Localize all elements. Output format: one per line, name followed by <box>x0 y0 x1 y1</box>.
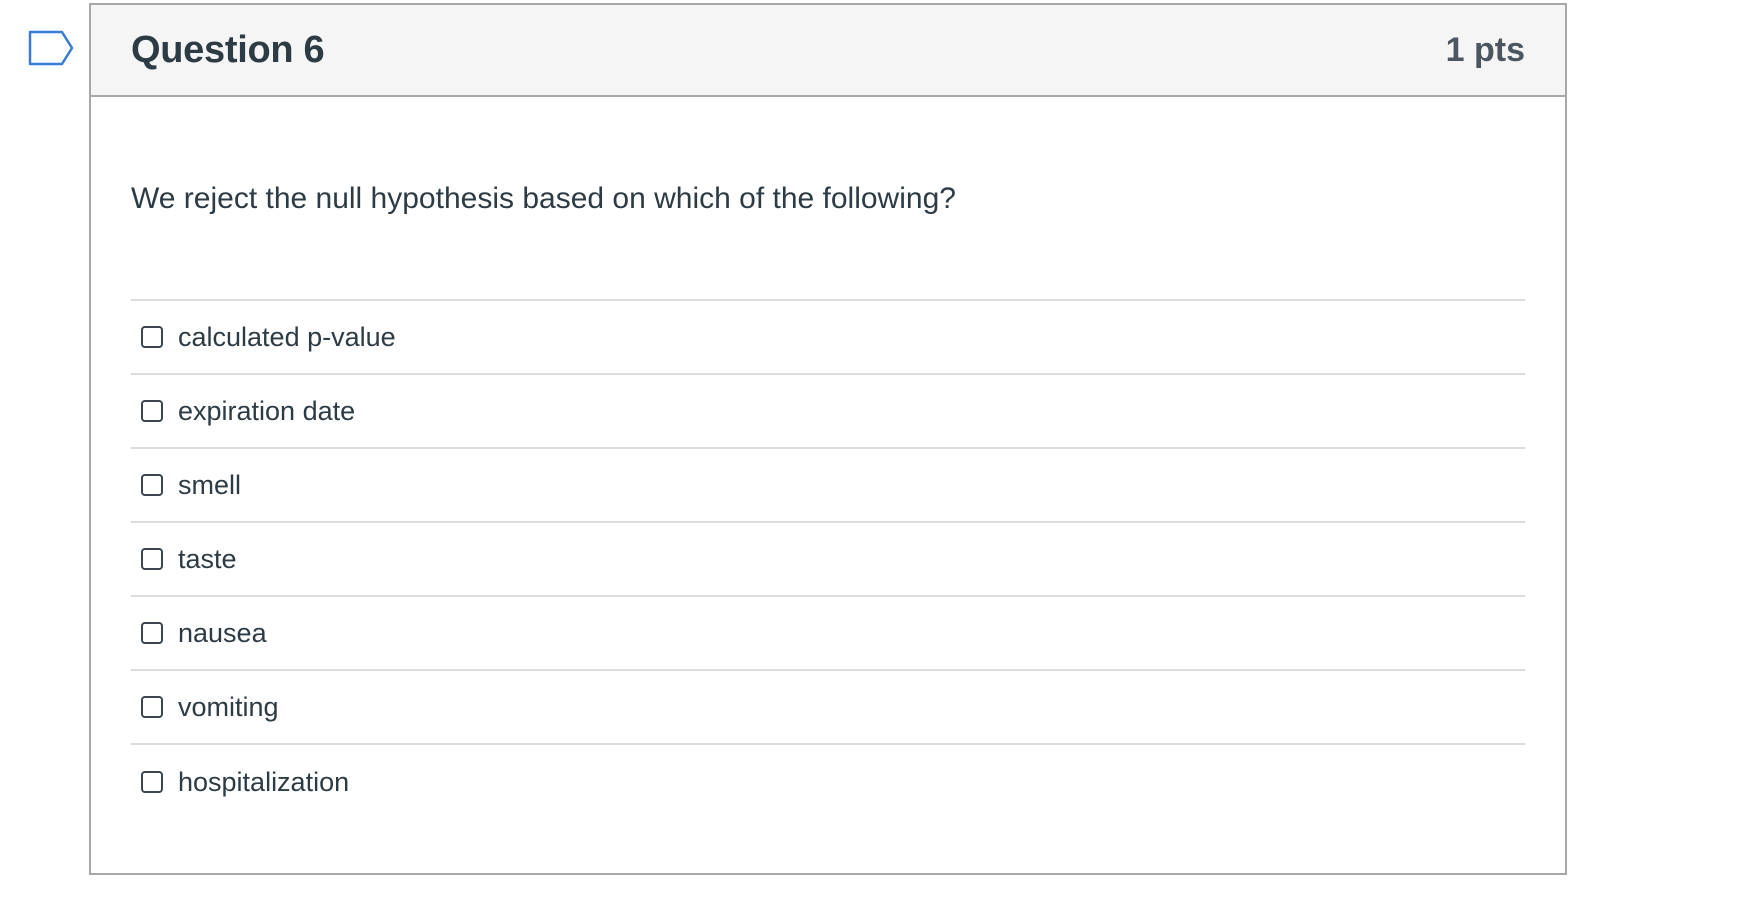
answer-checkbox[interactable] <box>141 326 163 348</box>
answer-option[interactable]: smell <box>131 449 1525 523</box>
answer-label: hospitalization <box>178 766 350 797</box>
question-body: We reject the null hypothesis based on w… <box>91 182 1565 819</box>
answer-option[interactable]: calculated p-value <box>131 301 1525 375</box>
answer-option[interactable]: expiration date <box>131 375 1525 449</box>
question-title: Question 6 <box>131 28 325 71</box>
answer-label: expiration date <box>178 395 356 426</box>
flag-question-icon[interactable] <box>28 30 74 66</box>
answer-checkbox[interactable] <box>141 622 163 644</box>
answer-option[interactable]: taste <box>131 523 1525 597</box>
answer-option[interactable]: hospitalization <box>131 745 1525 819</box>
question-card: Question 6 1 pts We reject the null hypo… <box>89 3 1567 875</box>
question-text: We reject the null hypothesis based on w… <box>131 182 956 215</box>
answer-list: calculated p-value expiration date smell… <box>131 299 1525 819</box>
question-points: 1 pts <box>1445 30 1525 69</box>
answer-checkbox[interactable] <box>141 771 163 793</box>
answer-checkbox[interactable] <box>141 400 163 422</box>
answer-label: taste <box>178 543 237 574</box>
answer-option[interactable]: vomiting <box>131 671 1525 745</box>
answer-label: nausea <box>178 617 267 648</box>
answer-checkbox[interactable] <box>141 548 163 570</box>
quiz-page: Question 6 1 pts We reject the null hypo… <box>0 0 1754 921</box>
answer-label: calculated p-value <box>178 321 396 352</box>
answer-option[interactable]: nausea <box>131 597 1525 671</box>
answer-label: vomiting <box>178 691 279 722</box>
question-header: Question 6 1 pts <box>91 5 1565 97</box>
answer-label: smell <box>178 469 242 500</box>
answer-checkbox[interactable] <box>141 474 163 496</box>
answer-checkbox[interactable] <box>141 696 163 718</box>
